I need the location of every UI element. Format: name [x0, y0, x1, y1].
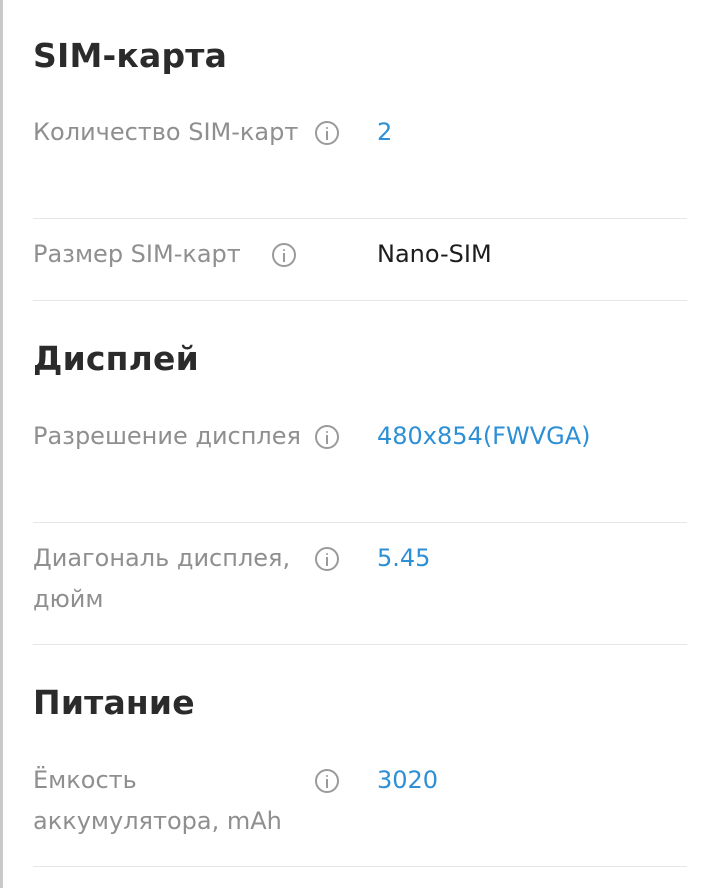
spec-label: Диагональ дисплея, дюйм	[33, 544, 291, 613]
spec-row-resolution: Разрешение дисплея 480x854(FWVGA)	[33, 416, 687, 523]
spec-row-battery: Ёмкость аккумулятора, mAh 3020	[33, 760, 687, 867]
left-edge-border	[0, 0, 3, 888]
info-circle-icon[interactable]	[272, 243, 296, 267]
section-title-sim: SIM-карта	[33, 36, 228, 75]
spec-value: Nano-SIM	[377, 240, 492, 268]
spec-label: Количество SIM-карт	[33, 118, 299, 146]
info-circle-icon[interactable]	[315, 121, 339, 145]
spec-value-link[interactable]: 2	[377, 112, 392, 153]
section-title-display: Дисплей	[33, 339, 199, 378]
info-circle-icon[interactable]	[315, 769, 339, 793]
spec-label: Размер SIM-карт	[33, 240, 241, 268]
info-circle-icon[interactable]	[315, 425, 339, 449]
spec-row-diagonal: Диагональ дисплея, дюйм 5.45	[33, 538, 687, 645]
info-circle-icon[interactable]	[315, 547, 339, 571]
spec-label: Разрешение дисплея	[33, 422, 301, 450]
section-title-power: Питание	[33, 683, 195, 722]
spec-label: Ёмкость аккумулятора, mAh	[33, 766, 282, 835]
spec-row-sim-count: Количество SIM-карт 2	[33, 112, 687, 219]
spec-value-link[interactable]: 5.45	[377, 538, 430, 579]
spec-row-sim-size: Размер SIM-карт Nano-SIM	[33, 234, 687, 301]
spec-value-link[interactable]: 3020	[377, 760, 438, 801]
spec-value-link[interactable]: 480x854(FWVGA)	[377, 416, 591, 457]
